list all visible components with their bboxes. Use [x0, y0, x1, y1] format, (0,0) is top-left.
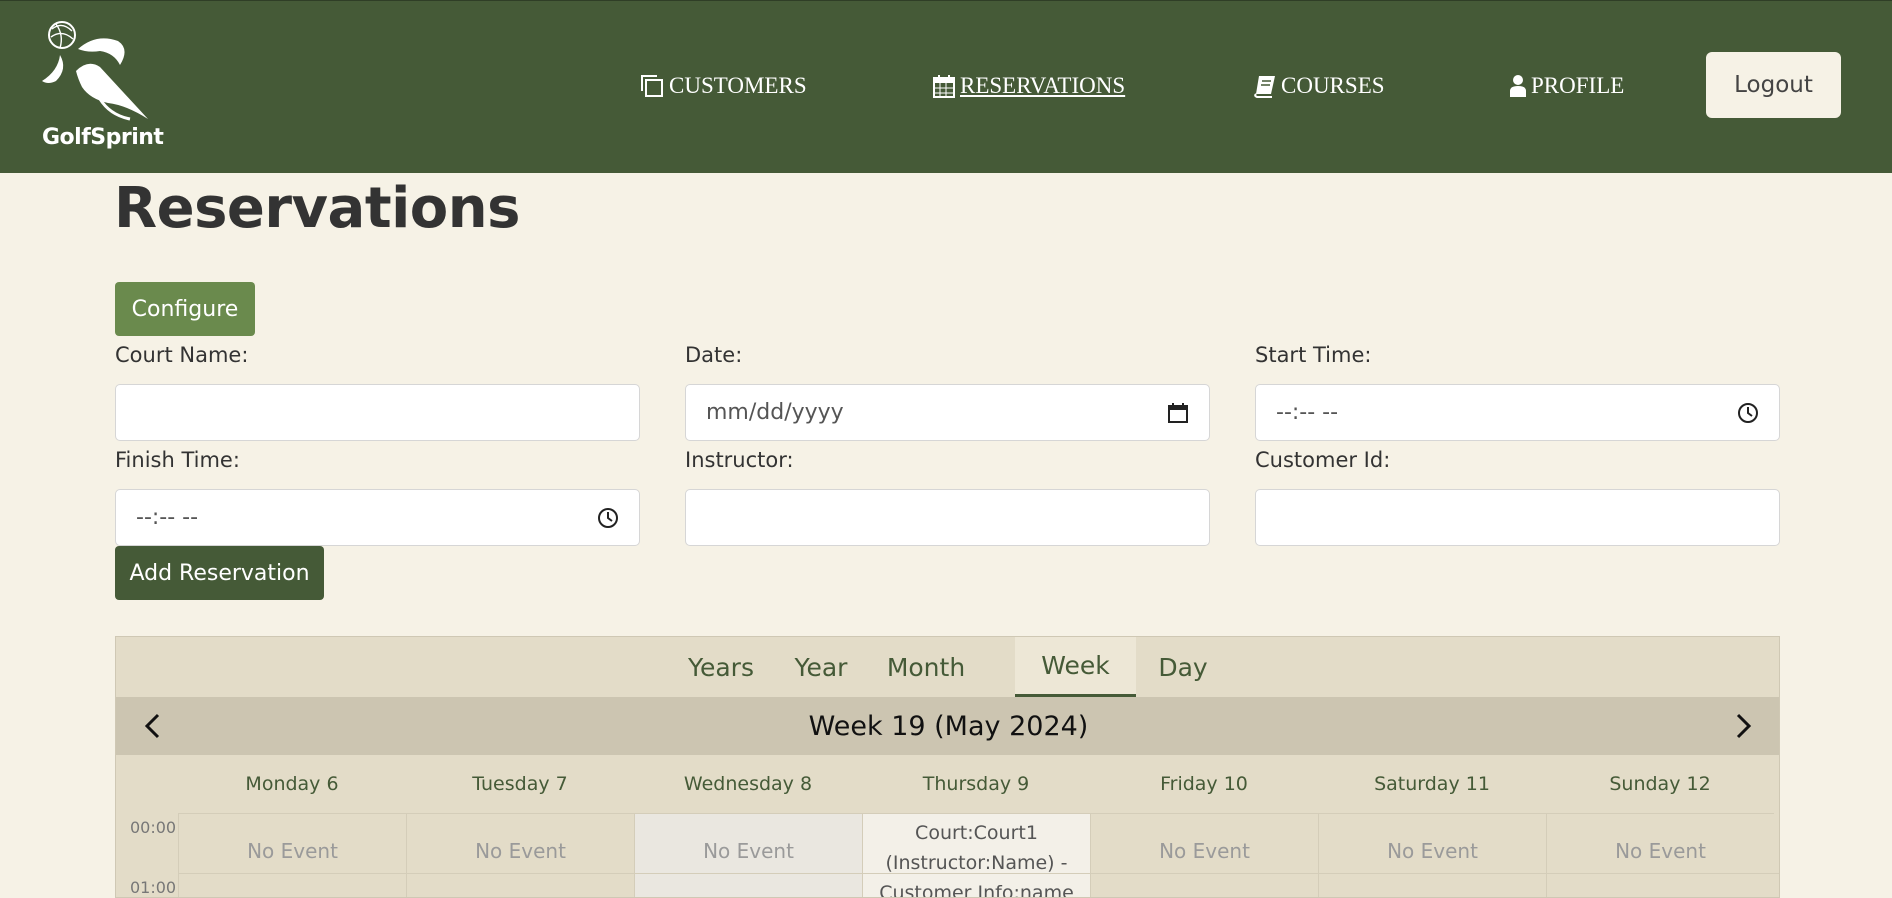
calendar-picker-icon[interactable]: [1167, 402, 1189, 424]
golfer-logo-icon: [42, 21, 148, 121]
day-header-tuesday: Tuesday 7: [472, 773, 568, 795]
reservation-event[interactable]: Court:Court1 (Instructor:Name) - Custome…: [862, 813, 1090, 898]
calendar-view-tabs: Years Year Month Week Day: [116, 637, 1779, 697]
user-icon: [1510, 75, 1526, 97]
date-input[interactable]: mm/dd/yyyy: [685, 384, 1210, 441]
slot-monday[interactable]: No Event: [178, 813, 406, 897]
slot-saturday[interactable]: No Event: [1318, 813, 1546, 897]
copy-icon: [641, 75, 663, 97]
time-label-0000: 00:00: [130, 818, 177, 837]
slot-wednesday[interactable]: No Event: [634, 813, 862, 897]
calendar-period-title: Week 19 (May 2024): [808, 710, 1089, 742]
customer-id-label: Customer Id:: [1255, 448, 1391, 472]
tab-day[interactable]: Day: [1138, 637, 1228, 697]
day-header-thursday: Thursday 9: [922, 773, 1030, 795]
start-time-input[interactable]: --:-- --: [1255, 384, 1780, 441]
day-header-friday: Friday 10: [1160, 773, 1248, 795]
finish-time-input[interactable]: --:-- --: [115, 489, 640, 546]
slot-friday[interactable]: No Event: [1090, 813, 1318, 897]
day-header-wednesday: Wednesday 8: [683, 773, 813, 795]
nav-courses-label: COURSES: [1281, 73, 1385, 98]
tab-years[interactable]: Years: [671, 637, 771, 697]
court-name-label: Court Name:: [115, 343, 249, 367]
time-label-0100: 01:00: [130, 878, 177, 897]
brand-logo[interactable]: GolfSprint: [38, 19, 168, 154]
nav-reservations[interactable]: RESERVATIONS: [932, 71, 1125, 101]
start-time-placeholder: --:-- --: [1276, 400, 1339, 425]
chevron-left-icon[interactable]: [138, 710, 170, 742]
clock-icon[interactable]: [597, 507, 619, 529]
finish-time-label: Finish Time:: [115, 448, 240, 472]
top-navbar: GolfSprint CUSTOMERS RESERVATIONS COURSE…: [0, 0, 1892, 173]
instructor-label: Instructor:: [685, 448, 794, 472]
instructor-input[interactable]: [685, 489, 1210, 546]
slot-tuesday[interactable]: No Event: [406, 813, 634, 897]
week-calendar: Years Year Month Week Day Week 19 (May 2…: [115, 636, 1780, 898]
event-text: Court:Court1 (Instructor:Name) - Custome…: [879, 818, 1074, 898]
logout-button[interactable]: Logout: [1706, 52, 1841, 118]
slot-sunday[interactable]: No Event: [1546, 813, 1774, 897]
hour-divider: [178, 873, 1779, 874]
add-reservation-button[interactable]: Add Reservation: [115, 546, 324, 600]
date-label: Date:: [685, 343, 743, 367]
day-header-saturday: Saturday 11: [1374, 773, 1490, 795]
book-icon: [1254, 76, 1275, 98]
page-title: Reservations: [114, 176, 520, 241]
court-name-input[interactable]: [115, 384, 640, 441]
finish-time-placeholder: --:-- --: [136, 505, 199, 530]
tab-month[interactable]: Month: [871, 637, 981, 697]
tab-week[interactable]: Week: [1015, 637, 1136, 697]
chevron-right-icon[interactable]: [1726, 710, 1758, 742]
nav-profile[interactable]: PROFILE: [1509, 71, 1624, 101]
day-header-monday: Monday 6: [245, 773, 339, 795]
start-time-label: Start Time:: [1255, 343, 1372, 367]
nav-reservations-label: RESERVATIONS: [960, 73, 1126, 98]
day-header-sunday: Sunday 12: [1609, 773, 1711, 795]
date-placeholder: mm/dd/yyyy: [706, 400, 844, 425]
nav-courses[interactable]: COURSES: [1253, 71, 1385, 101]
nav-profile-label: PROFILE: [1531, 73, 1625, 98]
calendar-icon: [933, 75, 955, 98]
brand-name: GolfSprint: [42, 125, 164, 150]
configure-button[interactable]: Configure: [115, 282, 255, 336]
event-customer: Customer Info:name: [879, 882, 1074, 898]
calendar-period-bar: Week 19 (May 2024): [116, 697, 1779, 755]
tab-year[interactable]: Year: [776, 637, 866, 697]
customer-id-input[interactable]: [1255, 489, 1780, 546]
clock-icon[interactable]: [1737, 402, 1759, 424]
event-court: Court:Court1: [915, 822, 1038, 844]
nav-customers-label: CUSTOMERS: [669, 73, 807, 98]
nav-customers[interactable]: CUSTOMERS: [639, 71, 807, 101]
